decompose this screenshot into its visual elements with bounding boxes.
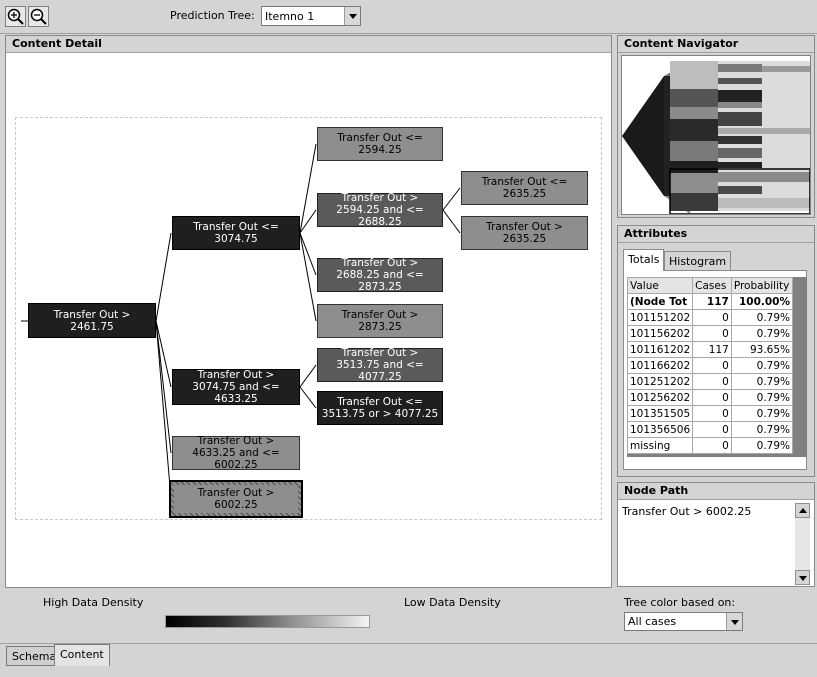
column-header-value[interactable]: Value <box>626 277 694 294</box>
cell-value: 101151202 <box>626 309 694 326</box>
tree-node-root[interactable]: Transfer Out > 2461.75 <box>28 303 156 338</box>
navigator-minimap[interactable] <box>621 55 811 215</box>
table-row[interactable]: 101251202 0 0.79% <box>626 373 794 390</box>
scroll-up-icon[interactable] <box>795 503 810 518</box>
tree-node-l1-d-label: Transfer Out > 6002.25 <box>174 485 298 513</box>
cell-value: 101166202 <box>626 357 694 374</box>
cell-value: 101351505 <box>626 405 694 422</box>
node-path-text: Transfer Out > 6002.25 <box>622 505 752 518</box>
tree-node-l2-c[interactable]: Transfer Out > 2688.25 and <= 2873.25 <box>317 257 443 293</box>
cell-probability: 0.79% <box>730 421 794 438</box>
cell-cases: 117 <box>692 341 732 358</box>
attributes-grid: Value Cases Probability (Node Tot 117 10… <box>626 277 807 457</box>
cell-cases: 0 <box>692 389 732 406</box>
table-row[interactable]: 101351505 0 0.79% <box>626 405 794 422</box>
prediction-tree-value: Itemno 1 <box>265 10 315 23</box>
bottom-tab-bar: Schema Content <box>0 643 817 677</box>
node-path-title: Node Path <box>618 483 814 500</box>
high-density-label: High Data Density <box>43 596 144 609</box>
attributes-table: Value Cases Probability (Node Tot 117 10… <box>626 277 794 454</box>
tab-content[interactable]: Content <box>54 644 110 666</box>
minimap-tree <box>622 61 810 214</box>
cell-value: 101256202 <box>626 389 694 406</box>
chevron-down-icon[interactable] <box>344 7 360 25</box>
low-density-label: Low Data Density <box>404 596 501 609</box>
cell-value: 101356506 <box>626 421 694 438</box>
attributes-title: Attributes <box>618 226 814 243</box>
cell-cases: 117 <box>692 293 732 310</box>
tree-color-select[interactable]: All cases <box>624 612 743 631</box>
zoom-in-icon <box>7 8 24 25</box>
cell-value: 101156202 <box>626 325 694 342</box>
table-row[interactable]: (Node Tot 117 100.00% <box>626 293 794 310</box>
cell-cases: 0 <box>692 405 732 422</box>
cell-value: 101161202 <box>626 341 694 358</box>
attributes-content: Value Cases Probability (Node Tot 117 10… <box>623 270 807 470</box>
node-path-panel: Node Path Transfer Out > 6002.25 <box>617 482 815 587</box>
cell-value: (Node Tot <box>626 293 694 310</box>
column-header-probability[interactable]: Probability <box>730 277 794 294</box>
node-path-scrollbar[interactable] <box>795 503 810 585</box>
tab-histogram[interactable]: Histogram <box>664 251 732 270</box>
table-row[interactable]: 101151202 0 0.79% <box>626 309 794 326</box>
density-gradient-bar <box>165 615 370 628</box>
table-row[interactable]: 101156202 0 0.79% <box>626 325 794 342</box>
tree-node-l2-b[interactable]: Transfer Out > 2594.25 and <= 2688.25 <box>317 192 443 228</box>
tree-color-label: Tree color based on: <box>624 596 736 609</box>
chevron-down-icon[interactable] <box>726 613 742 630</box>
cell-cases: 0 <box>692 357 732 374</box>
zoom-out-button[interactable] <box>28 6 49 27</box>
tree-node-l1-b[interactable]: Transfer Out > 3074.75 and <= 4633.25 <box>172 369 300 405</box>
cell-value: 101251202 <box>626 373 694 390</box>
zoom-out-icon <box>30 8 47 25</box>
tree-node-l1-a[interactable]: Transfer Out <= 3074.75 <box>172 216 300 250</box>
content-detail-title: Content Detail <box>6 36 611 53</box>
prediction-tree-select[interactable]: Itemno 1 <box>261 6 361 26</box>
toolbar: Prediction Tree: Itemno 1 <box>0 0 817 34</box>
cell-probability: 0.79% <box>730 357 794 374</box>
tree-node-l1-d[interactable]: Transfer Out > 6002.25 <box>169 480 303 518</box>
table-row[interactable]: 101161202 117 93.65% <box>626 341 794 358</box>
table-row[interactable]: 101166202 0 0.79% <box>626 357 794 374</box>
attributes-panel: Attributes Totals Histogram Value Cases … <box>617 225 815 477</box>
cell-cases: 0 <box>692 437 732 454</box>
cell-probability: 0.79% <box>730 373 794 390</box>
content-navigator-panel: Content Navigator <box>617 35 815 218</box>
table-row[interactable]: missing 0 0.79% <box>626 437 794 454</box>
content-navigator-title: Content Navigator <box>618 36 814 53</box>
tree-node-l2-d[interactable]: Transfer Out > 2873.25 <box>317 304 443 338</box>
cell-value: missing <box>626 437 694 454</box>
tree-canvas[interactable]: Transfer Out > 2461.75 Transfer Out <= 3… <box>6 53 611 587</box>
cell-cases: 0 <box>692 421 732 438</box>
cell-cases: 0 <box>692 373 732 390</box>
table-row[interactable]: 101256202 0 0.79% <box>626 389 794 406</box>
tree-color-value: All cases <box>628 615 677 628</box>
tree-node-l2-a[interactable]: Transfer Out <= 2594.25 <box>317 127 443 161</box>
cell-probability: 0.79% <box>730 389 794 406</box>
tree-node-l1-c[interactable]: Transfer Out > 4633.25 and <= 6002.25 <box>172 435 300 471</box>
scroll-down-icon[interactable] <box>795 570 810 585</box>
cell-probability: 0.79% <box>730 309 794 326</box>
tree-node-l3-a[interactable]: Transfer Out <= 2635.25 <box>461 171 588 205</box>
prediction-tree-label: Prediction Tree: <box>170 9 255 22</box>
cell-probability: 100.00% <box>730 293 794 310</box>
cell-probability: 93.65% <box>730 341 794 358</box>
cell-probability: 0.79% <box>730 405 794 422</box>
tree-node-l2-e[interactable]: Transfer Out > 3513.75 and <= 4077.25 <box>317 347 443 383</box>
column-header-cases[interactable]: Cases <box>692 277 732 294</box>
content-detail-panel: Content Detail Transfer Out > 2461.75 Tr… <box>5 35 612 588</box>
cell-cases: 0 <box>692 325 732 342</box>
cell-probability: 0.79% <box>730 437 794 454</box>
tree-node-l2-f[interactable]: Transfer Out <= 3513.75 or > 4077.25 <box>317 391 443 425</box>
table-row[interactable]: 101356506 0 0.79% <box>626 421 794 438</box>
zoom-in-button[interactable] <box>5 6 26 27</box>
tab-totals[interactable]: Totals <box>623 249 665 271</box>
cell-cases: 0 <box>692 309 732 326</box>
tree-node-l3-b[interactable]: Transfer Out > 2635.25 <box>461 216 588 250</box>
cell-probability: 0.79% <box>730 325 794 342</box>
